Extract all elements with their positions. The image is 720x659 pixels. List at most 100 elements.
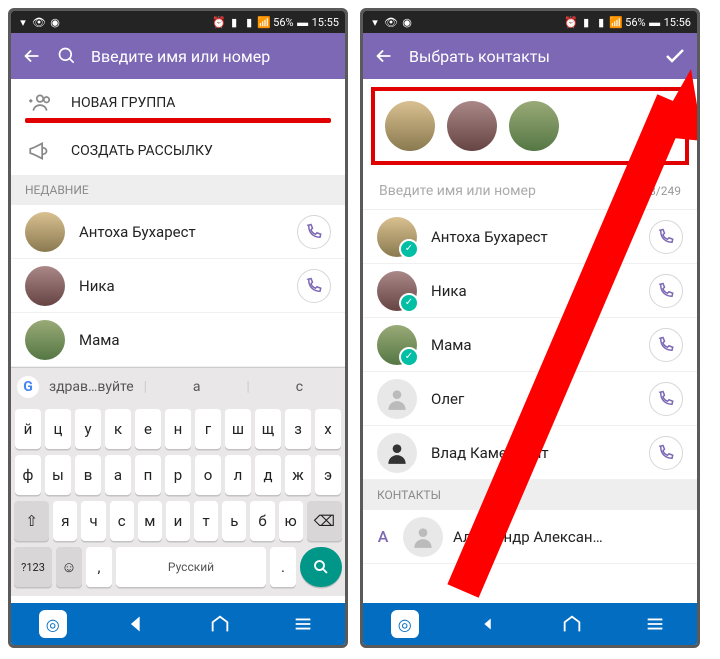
- key[interactable]: у: [75, 409, 101, 449]
- home-button[interactable]: [178, 613, 262, 635]
- suggestion[interactable]: здрав…вуйте: [49, 379, 134, 395]
- back-icon[interactable]: [21, 45, 43, 67]
- call-button[interactable]: [297, 269, 331, 303]
- key[interactable]: ь: [222, 501, 246, 541]
- keyboard-row: й ц у к е н г ш щ з х: [14, 409, 342, 449]
- contact-row[interactable]: Ника: [11, 259, 345, 313]
- space-key[interactable]: Русский: [116, 547, 266, 587]
- call-button[interactable]: [297, 215, 331, 249]
- call-button[interactable]: [649, 382, 683, 416]
- eye-icon: 👁: [33, 16, 45, 28]
- key[interactable]: г: [195, 409, 221, 449]
- back-button[interactable]: [95, 613, 179, 635]
- key[interactable]: е: [135, 409, 161, 449]
- contact-row[interactable]: Антоха Бухарест: [11, 205, 345, 259]
- key[interactable]: ю: [279, 501, 303, 541]
- key[interactable]: н: [165, 409, 191, 449]
- selected-avatar[interactable]: [385, 101, 435, 151]
- create-broadcast-option[interactable]: СОЗДАТЬ РАССЫЛКУ: [11, 127, 345, 175]
- key[interactable]: к: [105, 409, 131, 449]
- key[interactable]: с: [110, 501, 134, 541]
- call-button[interactable]: [649, 328, 683, 362]
- teamviewer-button[interactable]: ◎: [11, 610, 95, 638]
- status-time: 15:56: [664, 16, 691, 29]
- dropdown-icon: ▾: [369, 16, 381, 28]
- key[interactable]: ч: [81, 501, 105, 541]
- keyboard-row: ф ы в а п р о л д ж э: [14, 455, 342, 495]
- key[interactable]: й: [15, 409, 41, 449]
- search-placeholder: Введите имя или номер: [379, 183, 536, 199]
- avatar: [25, 212, 65, 252]
- phone-icon: [657, 336, 675, 354]
- back-button[interactable]: [447, 613, 531, 635]
- contact-name: Александр Алексан…: [453, 528, 603, 546]
- status-bar: ▾ 👁 ◉ ⏰ ▮ ▮ 📶 56% ▬ 15:55: [11, 11, 345, 33]
- search-input[interactable]: Введите имя или номер: [91, 47, 270, 66]
- alarm-icon: ⏰: [213, 16, 225, 28]
- search-key[interactable]: [300, 547, 342, 587]
- shift-key[interactable]: ⇧: [14, 501, 49, 541]
- key[interactable]: я: [53, 501, 77, 541]
- confirm-check-icon[interactable]: [663, 44, 687, 68]
- selected-badge-icon: ✓: [399, 293, 419, 313]
- phone-screen-right: ▾ 👁 ◉ ⏰ ▮ ▮ 📶 56% ▬ 15:56 Выбрать контак…: [360, 8, 700, 648]
- key[interactable]: и: [166, 501, 190, 541]
- contact-name: Влад Камендант: [431, 444, 549, 462]
- call-button[interactable]: [649, 220, 683, 254]
- contact-row[interactable]: Мама: [11, 313, 345, 367]
- contact-row[interactable]: Олег: [363, 372, 697, 426]
- key[interactable]: о: [195, 455, 221, 495]
- backspace-key[interactable]: ⌫: [307, 501, 342, 541]
- key[interactable]: т: [194, 501, 218, 541]
- contacts-section-header: КОНТАКТЫ: [363, 480, 697, 510]
- key[interactable]: л: [225, 455, 251, 495]
- suggestion[interactable]: а: [157, 379, 236, 395]
- contact-row[interactable]: A Александр Алексан…: [363, 510, 697, 564]
- search-row[interactable]: Введите имя или номер 3/249: [363, 173, 697, 210]
- call-button[interactable]: [649, 436, 683, 470]
- key[interactable]: ф: [15, 455, 41, 495]
- new-group-option[interactable]: НОВАЯ ГРУППА: [11, 79, 345, 127]
- contact-row[interactable]: ✓ Антоха Бухарест: [363, 210, 697, 264]
- key[interactable]: ы: [45, 455, 71, 495]
- contact-row[interactable]: ✓ Мама: [363, 318, 697, 372]
- recent-apps-button[interactable]: [614, 613, 698, 635]
- key[interactable]: д: [255, 455, 281, 495]
- contact-name: Мама: [79, 331, 120, 349]
- period-key[interactable]: .: [270, 547, 296, 587]
- key[interactable]: м: [138, 501, 162, 541]
- key[interactable]: р: [165, 455, 191, 495]
- contact-row[interactable]: ✓ Ника: [363, 264, 697, 318]
- selected-badge-icon: ✓: [399, 347, 419, 367]
- key[interactable]: п: [135, 455, 161, 495]
- phone-icon: [305, 277, 323, 295]
- key[interactable]: х: [315, 409, 341, 449]
- teamviewer-icon: ◉: [49, 16, 61, 28]
- teamviewer-button[interactable]: ◎: [363, 610, 447, 638]
- google-icon[interactable]: G: [17, 376, 39, 398]
- key[interactable]: щ: [255, 409, 281, 449]
- divider: |: [246, 379, 249, 395]
- back-icon[interactable]: [373, 45, 395, 67]
- key[interactable]: э: [315, 455, 341, 495]
- recent-apps-button[interactable]: [262, 613, 346, 635]
- selected-avatar[interactable]: [447, 101, 497, 151]
- home-button[interactable]: [530, 613, 614, 635]
- key[interactable]: а: [105, 455, 131, 495]
- signal-icon: ▮: [243, 16, 255, 28]
- numbers-key[interactable]: ?123: [14, 547, 52, 587]
- key[interactable]: б: [250, 501, 274, 541]
- comma-key[interactable]: ,: [86, 547, 112, 587]
- key[interactable]: ш: [225, 409, 251, 449]
- battery-percentage: 56%: [273, 16, 293, 29]
- suggestion[interactable]: с: [260, 379, 339, 395]
- key[interactable]: ж: [285, 455, 311, 495]
- key[interactable]: ц: [45, 409, 71, 449]
- call-button[interactable]: [649, 274, 683, 308]
- contact-row[interactable]: Влад Камендант: [363, 426, 697, 480]
- selected-avatar[interactable]: [509, 101, 559, 151]
- emoji-key[interactable]: ☺: [56, 547, 82, 587]
- recent-section-header: НЕДАВНИЕ: [11, 175, 345, 205]
- key[interactable]: в: [75, 455, 101, 495]
- key[interactable]: з: [285, 409, 311, 449]
